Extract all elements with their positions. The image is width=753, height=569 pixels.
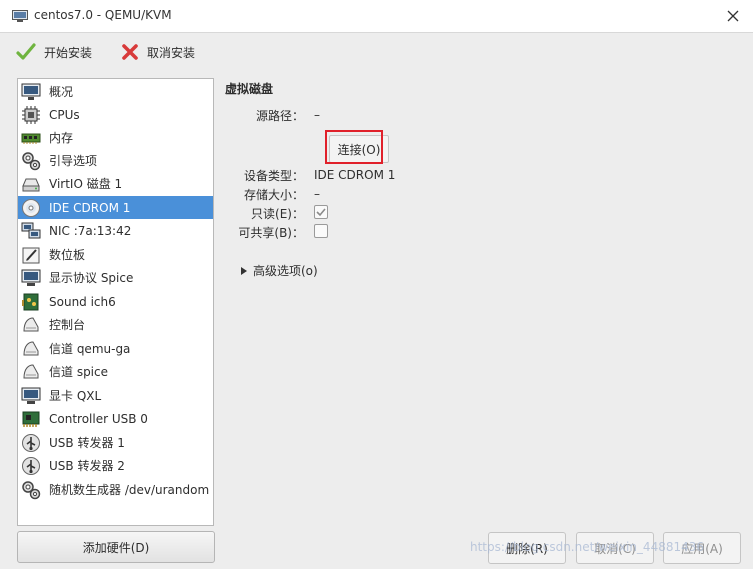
device-type-label: 设备类型： (243, 168, 304, 183)
watermark: https://blog.csdn.net/weixin_44881436 (470, 540, 705, 554)
shareable-label: 可共享(B)： (238, 225, 304, 240)
channel-icon (23, 340, 39, 355)
sidebar-item-memory[interactable]: 内存 (18, 126, 213, 149)
cancel-install-button[interactable]: 取消安装 (121, 38, 195, 66)
sidebar-item-cpus[interactable]: CPUs (18, 103, 213, 126)
console-icon (23, 316, 39, 331)
section-title: 虚拟磁盘 (225, 82, 274, 96)
close-icon (727, 10, 739, 22)
sidebar-item-sound[interactable]: Sound ich6 (18, 290, 213, 313)
window-titlebar: centos7.0 - QEMU/KVM (0, 0, 753, 33)
readonly-checkbox[interactable] (314, 204, 328, 219)
sidebar-item-usb-redirector-1[interactable]: USB 转发器 1 (18, 431, 213, 454)
cancel-install-label: 取消安装 (147, 45, 196, 60)
sidebar-item-rng[interactable]: 随机数生成器 /dev/urandom (18, 478, 213, 501)
usb-controller-icon (22, 411, 40, 427)
begin-install-button[interactable]: 开始安装 (16, 38, 92, 66)
device-type-value: IDE CDROM 1 (314, 168, 396, 182)
device-type-row: 设备类型： IDE CDROM 1 (222, 165, 395, 185)
window-body: 开始安装 取消安装 概况 CPUs 内存 引导选项 VirtIO 磁盘 1 ID… (0, 33, 753, 569)
video-card-icon (21, 387, 41, 404)
sidebar-item-ide-cdrom[interactable]: IDE CDROM 1 (18, 196, 213, 219)
shareable-row: 可共享(B)： (222, 222, 328, 242)
source-path-row: 源路径： – (222, 105, 320, 125)
boot-options-icon (22, 151, 41, 170)
toolbar: 开始安装 取消安装 (0, 33, 753, 71)
highlight-annotation-box (325, 130, 383, 164)
add-hardware-button[interactable]: 添加硬件(D) (17, 531, 215, 563)
cdrom-icon (22, 198, 40, 217)
sidebar-item-virtio-disk[interactable]: VirtIO 磁盘 1 (18, 172, 213, 195)
tablet-icon (22, 247, 40, 263)
sidebar-item-tablet[interactable]: 数位板 (18, 243, 213, 266)
sidebar-item-channel-spice[interactable]: 信道 spice (18, 360, 213, 383)
usb-redirector-icon (22, 433, 40, 452)
shareable-checkbox[interactable] (314, 223, 328, 238)
close-button[interactable] (713, 0, 753, 32)
storage-size-row: 存储大小： – (222, 184, 320, 204)
window-title: centos7.0 - QEMU/KVM (34, 8, 172, 22)
disk-icon (22, 178, 40, 191)
rng-icon (22, 480, 41, 499)
readonly-row: 只读(E)： (222, 203, 328, 223)
cancel-x-icon (122, 44, 138, 60)
cpu-icon (22, 105, 40, 124)
usb-redirector-icon (22, 456, 40, 475)
checkmark-icon (316, 207, 326, 216)
checkmark-icon (16, 43, 36, 60)
hardware-list: 概况 CPUs 内存 引导选项 VirtIO 磁盘 1 IDE CDROM 1 … (17, 78, 214, 526)
detail-panel: 虚拟磁盘 源路径： – 连接(O) 设备类型： IDE CDROM 1 存储大小… (222, 78, 737, 524)
memory-icon (21, 133, 41, 144)
begin-install-label: 开始安装 (44, 45, 93, 60)
advanced-options-label: 高级选项(o) (253, 264, 318, 278)
sidebar-item-channel-qemu-ga[interactable]: 信道 qemu-ga (18, 337, 213, 360)
storage-size-label: 存储大小： (243, 187, 304, 202)
sidebar-item-overview[interactable]: 概况 (18, 80, 213, 103)
expander-arrow-icon (241, 266, 247, 275)
storage-size-value: – (314, 187, 320, 201)
display-icon (21, 269, 41, 286)
sidebar-item-video-qxl[interactable]: 显卡 QXL (18, 384, 213, 407)
advanced-options-expander[interactable]: 高级选项(o) (240, 262, 318, 279)
source-path-value: – (314, 108, 320, 122)
source-path-label: 源路径： (255, 108, 304, 123)
overview-icon (21, 83, 41, 100)
monitor-icon (12, 10, 28, 22)
sidebar-item-display-spice[interactable]: 显示协议 Spice (18, 266, 213, 289)
sidebar-item-nic[interactable]: NIC :7a:13:42 (18, 219, 213, 242)
channel-icon (23, 363, 39, 378)
sidebar-item-controller-usb[interactable]: Controller USB 0 (18, 407, 213, 430)
sidebar-item-console[interactable]: 控制台 (18, 313, 213, 336)
sidebar-item-usb-redirector-2[interactable]: USB 转发器 2 (18, 454, 213, 477)
sound-card-icon (22, 293, 39, 310)
sidebar-item-boot-options[interactable]: 引导选项 (18, 149, 213, 172)
readonly-label: 只读(E)： (251, 206, 304, 221)
network-icon (21, 222, 41, 238)
